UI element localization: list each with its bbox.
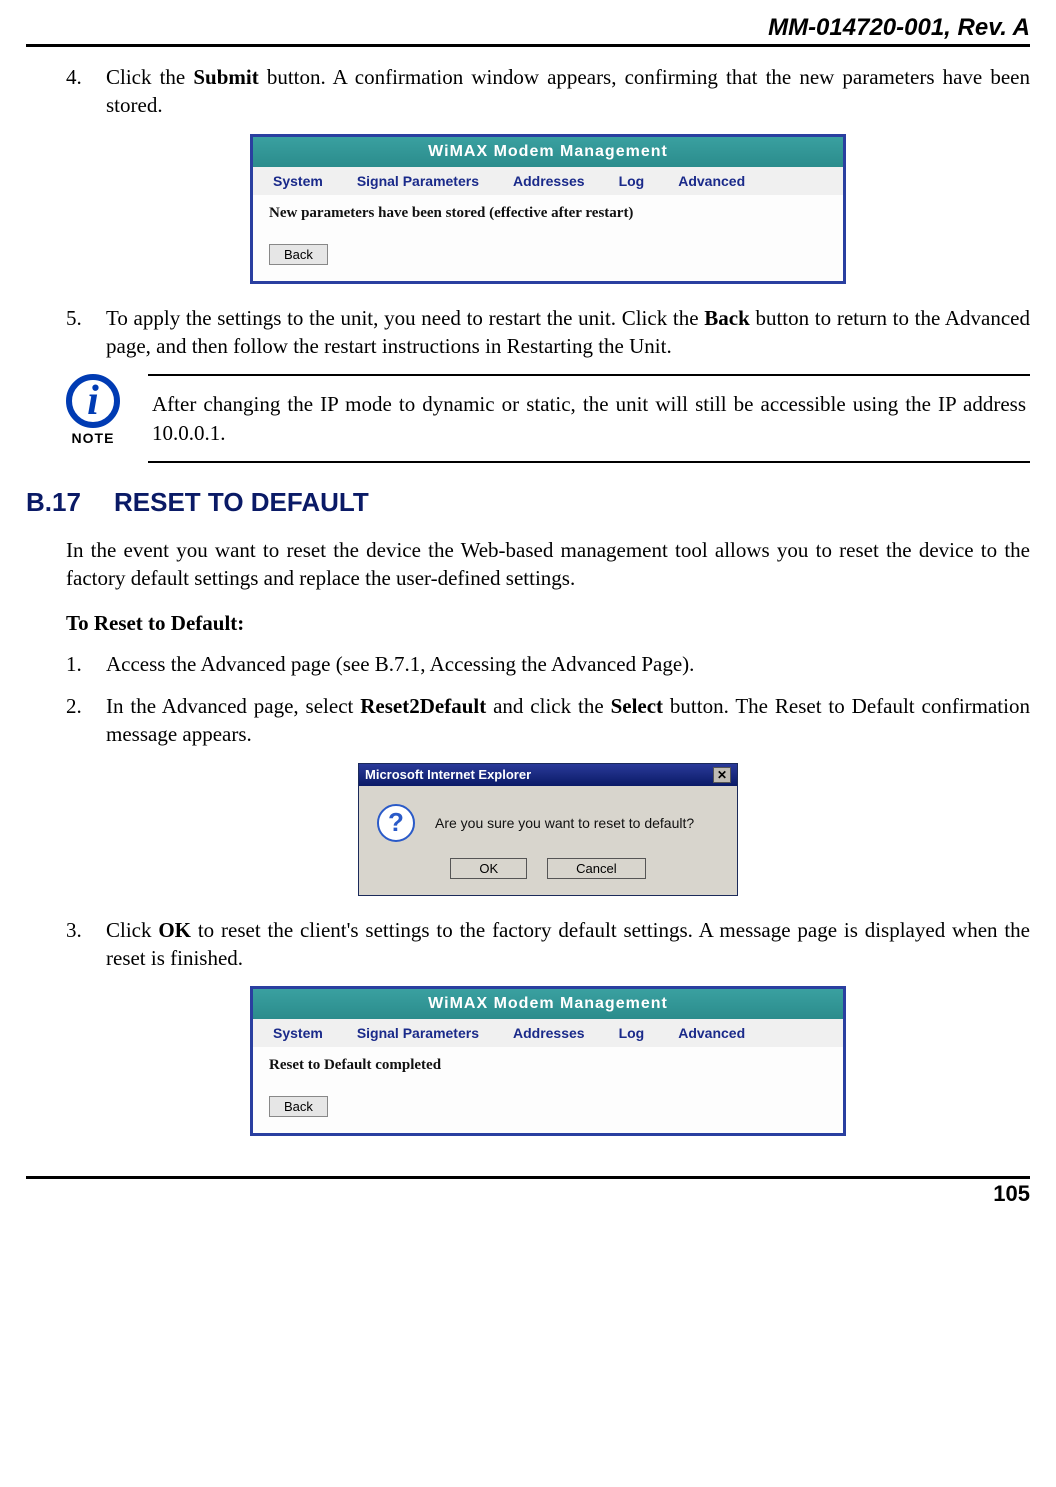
nav-signal-parameters[interactable]: Signal Parameters	[357, 173, 479, 189]
nav-advanced-2[interactable]: Advanced	[678, 1025, 745, 1041]
ok-button[interactable]: OK	[450, 858, 527, 879]
cancel-button[interactable]: Cancel	[547, 858, 645, 879]
step4-text: Click the Submit button. A confirmation …	[106, 63, 1030, 120]
note-label: NOTE	[66, 430, 120, 446]
back-button[interactable]: Back	[269, 244, 328, 265]
nav-system[interactable]: System	[273, 173, 323, 189]
dialog-title: Microsoft Internet Explorer	[365, 767, 531, 782]
modem-message-stored: New parameters have been stored (effecti…	[253, 195, 843, 244]
intro-paragraph: In the event you want to reset the devic…	[66, 536, 1030, 593]
nav-addresses-2[interactable]: Addresses	[513, 1025, 585, 1041]
modem-message-reset: Reset to Default completed	[253, 1047, 843, 1096]
doc-header: MM-014720-001, Rev. A	[26, 14, 1030, 42]
modem-navbar-2: System Signal Parameters Addresses Log A…	[253, 1019, 843, 1047]
reset-step3-number: 3.	[66, 916, 106, 973]
section-title: RESET TO DEFAULT	[114, 487, 369, 518]
reset-step3-text: Click OK to reset the client's settings …	[106, 916, 1030, 973]
back-button-2[interactable]: Back	[269, 1096, 328, 1117]
nav-log-2[interactable]: Log	[619, 1025, 645, 1041]
bottom-rule	[26, 1176, 1030, 1179]
nav-log[interactable]: Log	[619, 173, 645, 189]
reset-step1-text: Access the Advanced page (see B.7.1, Acc…	[106, 650, 1030, 678]
ie-dialog: Microsoft Internet Explorer ✕ ? Are you …	[358, 763, 738, 896]
note-block: i NOTE After changing the IP mode to dyn…	[66, 374, 1030, 463]
modem-title-2: WiMAX Modem Management	[253, 989, 843, 1019]
modem-navbar: System Signal Parameters Addresses Log A…	[253, 167, 843, 195]
section-number: B.17	[26, 487, 100, 518]
top-rule	[26, 44, 1030, 47]
close-icon[interactable]: ✕	[713, 767, 731, 783]
step5-number: 5.	[66, 304, 106, 361]
step5-text: To apply the settings to the unit, you n…	[106, 304, 1030, 361]
dialog-message: Are you sure you want to reset to defaul…	[435, 815, 694, 831]
info-icon: i	[66, 374, 120, 428]
question-icon: ?	[377, 804, 415, 842]
subheading: To Reset to Default:	[66, 611, 1030, 636]
reset-step1-number: 1.	[66, 650, 106, 678]
nav-addresses[interactable]: Addresses	[513, 173, 585, 189]
nav-signal-parameters-2[interactable]: Signal Parameters	[357, 1025, 479, 1041]
modem-screenshot-1: WiMAX Modem Management System Signal Par…	[250, 134, 846, 284]
step4-number: 4.	[66, 63, 106, 120]
modem-screenshot-2: WiMAX Modem Management System Signal Par…	[250, 986, 846, 1136]
page-number: 105	[26, 1181, 1030, 1207]
section-heading: B.17 RESET TO DEFAULT	[26, 487, 1030, 518]
modem-title: WiMAX Modem Management	[253, 137, 843, 167]
reset-step2-text: In the Advanced page, select Reset2Defau…	[106, 692, 1030, 749]
reset-step2-number: 2.	[66, 692, 106, 749]
note-text: After changing the IP mode to dynamic or…	[148, 374, 1030, 463]
nav-system-2[interactable]: System	[273, 1025, 323, 1041]
nav-advanced[interactable]: Advanced	[678, 173, 745, 189]
